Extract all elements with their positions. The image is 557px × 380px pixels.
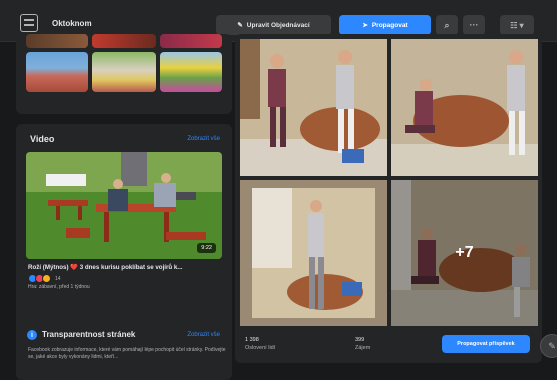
gallery-photo-more[interactable]: +7 [391,180,538,326]
messenger-button[interactable]: ✎ [540,334,557,358]
video-see-all-link[interactable]: Zobrazit vše [187,136,220,142]
video-card: Video Zobrazit vše 9:22 Roží (Mýtnos) ❤️… [16,124,232,342]
reach-stat: 1 398 Oslovení lidí [245,336,275,352]
video-title[interactable]: Roží (Mýtnos) ❤️ 3 dnes kurisu poklíbat … [28,263,228,271]
transparency-see-all-link[interactable]: Zobrazit vše [187,332,220,338]
photo-thumb[interactable] [92,52,156,92]
video-scene [26,152,222,259]
photos-card [16,34,232,114]
gallery-photo[interactable] [391,39,538,176]
photo-thumb[interactable] [160,52,222,92]
chat-icon: ✎ [548,340,556,351]
edit-button-label: Upravit Objednávací [246,21,310,29]
gallery-photo[interactable] [240,39,387,176]
haha-icon [42,274,51,283]
gallery-scene [391,39,538,176]
page-switch-icon: ☷ ▾ [510,20,524,30]
more-button[interactable]: ··· [463,15,485,35]
info-icon: i [27,330,37,340]
more-photos-count: +7 [391,180,538,326]
gallery-photo[interactable] [240,180,387,326]
transparency-card: i Transparentnost stránek Zobrazit vše F… [16,320,232,380]
video-card-heading: Video [30,134,55,144]
video-thumbnail[interactable]: 9:22 [26,152,222,259]
reactions-summary[interactable]: 14 [28,274,61,283]
engagement-label: Zájem [355,345,371,351]
transparency-heading: Transparentnost stránek [42,330,136,339]
video-duration: 9:22 [197,243,216,253]
reaction-count: 14 [55,275,61,282]
boost-post-button[interactable]: Propagovat příspěvek [442,335,530,353]
engagement-value: 399 [355,337,365,343]
engagement-stat: 399 Zájem [355,336,370,352]
reach-label: Oslovení lidí [245,345,276,351]
more-icon: ··· [469,20,479,30]
pencil-icon: ✎ [237,22,243,29]
search-button[interactable]: ⌕ [436,15,458,35]
post-footer: 1 398 Oslovení lidí 399 Zájem Propagovat… [235,330,542,363]
page-title[interactable]: Oktoknom [52,19,92,28]
page-logo-icon[interactable] [20,14,38,32]
video-meta: Hra: zábavní, před 1 týdnou [28,284,90,290]
edit-button[interactable]: ✎ Upravit Objednávací [216,15,331,35]
page-switch-button[interactable]: ☷ ▾ [500,15,534,35]
photo-gallery-panel: +7 1 398 Oslovení lidí 399 Zájem Propago… [235,34,542,363]
transparency-text: Facebook zobrazuje informace, které vám … [28,347,226,360]
photo-thumb[interactable] [26,34,88,48]
photo-thumb[interactable] [160,34,222,48]
search-icon: ⌕ [444,19,450,30]
photo-thumb[interactable] [92,34,156,48]
share-button-label: Propagovat [371,21,408,29]
gallery-scene [240,180,387,326]
photo-thumb[interactable] [26,52,88,92]
reach-value: 1 398 [245,337,259,343]
share-button[interactable]: ➤ Propagovat [339,15,431,35]
megaphone-icon: ➤ [362,22,368,29]
gallery-scene [240,39,387,176]
